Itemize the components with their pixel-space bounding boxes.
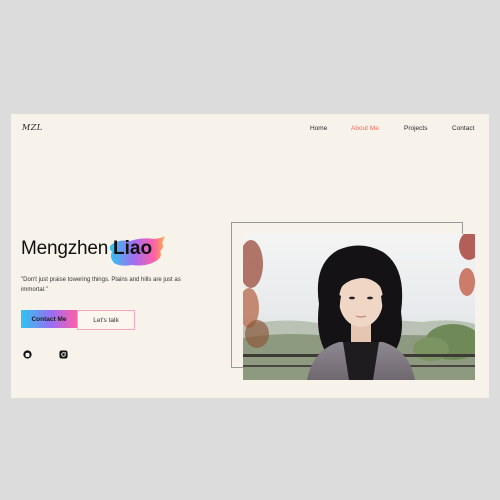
contact-me-button[interactable]: Contact Me (21, 310, 77, 328)
github-icon[interactable] (23, 350, 32, 359)
nav-home[interactable]: Home (310, 125, 327, 132)
lets-talk-button[interactable]: Let's talk (77, 310, 135, 330)
instagram-icon[interactable] (59, 350, 68, 359)
first-name: Mengzhen (21, 238, 109, 259)
portfolio-page: MZL Home About Me Projects Contact Mengz… (11, 114, 489, 398)
nav-contact[interactable]: Contact (452, 125, 474, 132)
hero-quote: "Don't just praise towering things. Plai… (21, 277, 181, 293)
nav-about-me[interactable]: About Me (351, 125, 379, 132)
last-name: Liao (113, 238, 153, 259)
portrait-photo (243, 234, 475, 380)
logo[interactable]: MZL (22, 123, 43, 132)
nav-projects[interactable]: Projects (404, 125, 427, 132)
